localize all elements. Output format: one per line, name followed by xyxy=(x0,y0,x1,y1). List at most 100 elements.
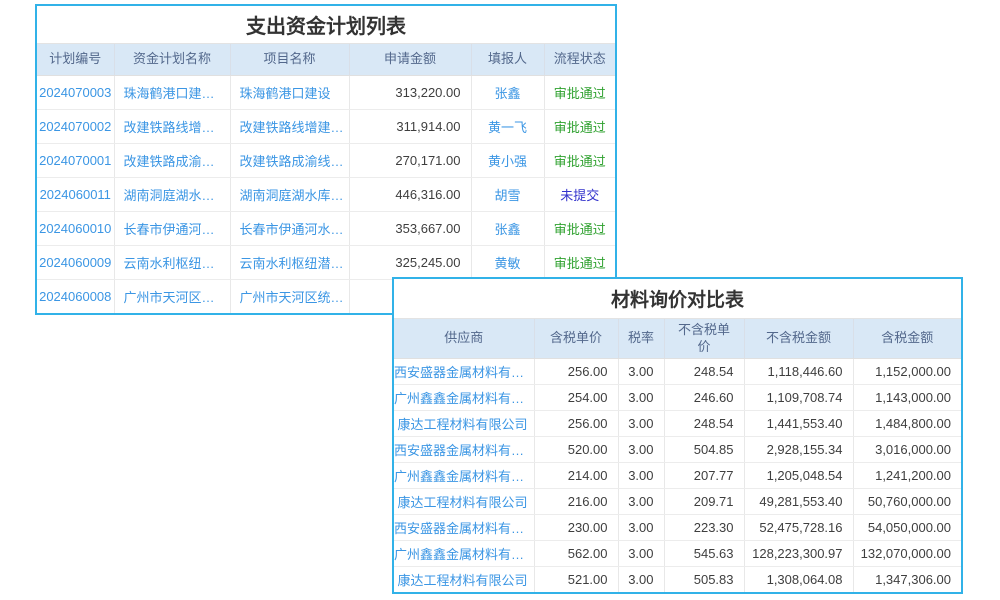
price-without-tax-value: 209.71 xyxy=(664,489,744,515)
plan-no-link[interactable]: 2024060011 xyxy=(37,178,114,212)
price-with-tax-value: 216.00 xyxy=(534,489,618,515)
plan-no-link[interactable]: 2024070003 xyxy=(37,76,114,110)
price-with-tax-value: 230.00 xyxy=(534,515,618,541)
price-with-tax-value: 562.00 xyxy=(534,541,618,567)
reporter-link[interactable]: 黄一飞 xyxy=(471,110,544,144)
amount-with-tax-value: 1,347,306.00 xyxy=(853,567,961,593)
project-name-link[interactable]: 改建铁路成渝线增... xyxy=(230,144,349,178)
amount-without-tax-value: 1,308,064.08 xyxy=(744,567,853,593)
plan-no-link[interactable]: 2024060008 xyxy=(37,280,114,314)
plan-no-link[interactable]: 2024060009 xyxy=(37,246,114,280)
status-badge: 审批通过 xyxy=(544,144,615,178)
supplier-link[interactable]: 西安盛器金属材料有限公司 xyxy=(394,437,534,463)
amount-without-tax-value: 49,281,553.40 xyxy=(744,489,853,515)
reporter-link[interactable]: 黄小强 xyxy=(471,144,544,178)
quote-table-row: 西安盛器金属材料有限公司520.003.00504.852,928,155.34… xyxy=(394,437,961,463)
plan-table-row: 2024060009云南水利枢纽潜明水...云南水利枢纽潜明...325,245… xyxy=(37,246,615,280)
fund-plan-name-link[interactable]: 改建铁路成渝线增建... xyxy=(114,144,230,178)
project-name-link[interactable]: 改建铁路线增建第... xyxy=(230,110,349,144)
fund-plan-name-link[interactable]: 湖南洞庭湖水库引水... xyxy=(114,178,230,212)
supplier-link[interactable]: 广州鑫鑫金属材料有限公司 xyxy=(394,541,534,567)
price-with-tax-value: 214.00 xyxy=(534,463,618,489)
amount-value: 313,220.00 xyxy=(349,76,471,110)
project-name-link[interactable]: 广州市天河区统计... xyxy=(230,280,349,314)
column-header: 申请金额 xyxy=(349,44,471,76)
tax-rate-value: 3.00 xyxy=(618,463,664,489)
status-badge: 未提交 xyxy=(544,178,615,212)
reporter-link[interactable]: 张鑫 xyxy=(471,212,544,246)
amount-value: 353,667.00 xyxy=(349,212,471,246)
amount-without-tax-value: 1,441,553.40 xyxy=(744,411,853,437)
amount-value: 446,316.00 xyxy=(349,178,471,212)
plan-table-row: 2024070003珠海鹤港口建设资金...珠海鹤港口建设313,220.00张… xyxy=(37,76,615,110)
plan-no-link[interactable]: 2024060010 xyxy=(37,212,114,246)
plan-no-link[interactable]: 2024070001 xyxy=(37,144,114,178)
supplier-link[interactable]: 广州鑫鑫金属材料有限公司 xyxy=(394,385,534,411)
amount-without-tax-value: 1,109,708.74 xyxy=(744,385,853,411)
project-name-link[interactable]: 珠海鹤港口建设 xyxy=(230,76,349,110)
plan-no-link[interactable]: 2024070002 xyxy=(37,110,114,144)
fund-plan-name-link[interactable]: 广州市天河区统计局... xyxy=(114,280,230,314)
status-badge: 审批通过 xyxy=(544,76,615,110)
reporter-link[interactable]: 黄敏 xyxy=(471,246,544,280)
column-header: 不含税金额 xyxy=(744,319,853,359)
plan-table-row: 2024070001改建铁路成渝线增建...改建铁路成渝线增...270,171… xyxy=(37,144,615,178)
column-header: 流程状态 xyxy=(544,44,615,76)
price-with-tax-value: 256.00 xyxy=(534,359,618,385)
tax-rate-value: 3.00 xyxy=(618,567,664,593)
material-quote-report: 材料询价对比表 供应商含税单价税率不含税单价不含税金额含税金额 西安盛器金属材料… xyxy=(392,277,963,594)
tax-rate-value: 3.00 xyxy=(618,541,664,567)
header-row: 供应商含税单价税率不含税单价不含税金额含税金额 xyxy=(394,319,961,359)
amount-without-tax-value: 1,205,048.54 xyxy=(744,463,853,489)
fund-plan-name-link[interactable]: 云南水利枢纽潜明水... xyxy=(114,246,230,280)
project-name-link[interactable]: 云南水利枢纽潜明... xyxy=(230,246,349,280)
material-quote-grid-body: 西安盛器金属材料有限公司256.003.00248.541,118,446.60… xyxy=(394,359,961,593)
quote-table-row: 康达工程材料有限公司521.003.00505.831,308,064.081,… xyxy=(394,567,961,593)
column-header: 资金计划名称 xyxy=(114,44,230,76)
column-header: 税率 xyxy=(618,319,664,359)
price-with-tax-value: 520.00 xyxy=(534,437,618,463)
fund-plan-name-link[interactable]: 改建铁路线增建第二... xyxy=(114,110,230,144)
amount-with-tax-value: 1,143,000.00 xyxy=(853,385,961,411)
supplier-link[interactable]: 广州鑫鑫金属材料有限公司 xyxy=(394,463,534,489)
material-quote-grid-header: 供应商含税单价税率不含税单价不含税金额含税金额 xyxy=(394,319,961,359)
amount-with-tax-value: 50,760,000.00 xyxy=(853,489,961,515)
price-without-tax-value: 248.54 xyxy=(664,411,744,437)
amount-with-tax-value: 1,484,800.00 xyxy=(853,411,961,437)
status-badge: 审批通过 xyxy=(544,212,615,246)
plan-table-row: 2024070002改建铁路线增建第二...改建铁路线增建第...311,914… xyxy=(37,110,615,144)
fund-plan-name-link[interactable]: 长春市伊通河水力发... xyxy=(114,212,230,246)
price-without-tax-value: 505.83 xyxy=(664,567,744,593)
quote-table-row: 西安盛器金属材料有限公司230.003.00223.3052,475,728.1… xyxy=(394,515,961,541)
expense-plan-grid: 计划编号资金计划名称项目名称申请金额填报人流程状态 2024070003珠海鹤港… xyxy=(37,44,615,313)
column-header: 含税单价 xyxy=(534,319,618,359)
expense-plan-report: 支出资金计划列表 计划编号资金计划名称项目名称申请金额填报人流程状态 20240… xyxy=(35,4,617,315)
price-without-tax-value: 207.77 xyxy=(664,463,744,489)
tax-rate-value: 3.00 xyxy=(618,437,664,463)
reporter-link[interactable]: 张鑫 xyxy=(471,76,544,110)
amount-with-tax-value: 3,016,000.00 xyxy=(853,437,961,463)
price-without-tax-value: 504.85 xyxy=(664,437,744,463)
amount-without-tax-value: 128,223,300.97 xyxy=(744,541,853,567)
amount-value: 325,245.00 xyxy=(349,246,471,280)
tax-rate-value: 3.00 xyxy=(618,359,664,385)
supplier-link[interactable]: 康达工程材料有限公司 xyxy=(394,489,534,515)
supplier-link[interactable]: 康达工程材料有限公司 xyxy=(394,567,534,593)
tax-rate-value: 3.00 xyxy=(618,489,664,515)
fund-plan-name-link[interactable]: 珠海鹤港口建设资金... xyxy=(114,76,230,110)
price-without-tax-value: 246.60 xyxy=(664,385,744,411)
project-name-link[interactable]: 湖南洞庭湖水库引... xyxy=(230,178,349,212)
column-header: 不含税单价 xyxy=(664,319,744,359)
price-with-tax-value: 256.00 xyxy=(534,411,618,437)
supplier-link[interactable]: 康达工程材料有限公司 xyxy=(394,411,534,437)
supplier-link[interactable]: 西安盛器金属材料有限公司 xyxy=(394,515,534,541)
supplier-link[interactable]: 西安盛器金属材料有限公司 xyxy=(394,359,534,385)
reporter-link[interactable]: 胡雪 xyxy=(471,178,544,212)
amount-with-tax-value: 1,241,200.00 xyxy=(853,463,961,489)
amount-value: 270,171.00 xyxy=(349,144,471,178)
amount-with-tax-value: 132,070,000.00 xyxy=(853,541,961,567)
price-with-tax-value: 521.00 xyxy=(534,567,618,593)
amount-with-tax-value: 1,152,000.00 xyxy=(853,359,961,385)
project-name-link[interactable]: 长春市伊通河水力... xyxy=(230,212,349,246)
amount-without-tax-value: 2,928,155.34 xyxy=(744,437,853,463)
